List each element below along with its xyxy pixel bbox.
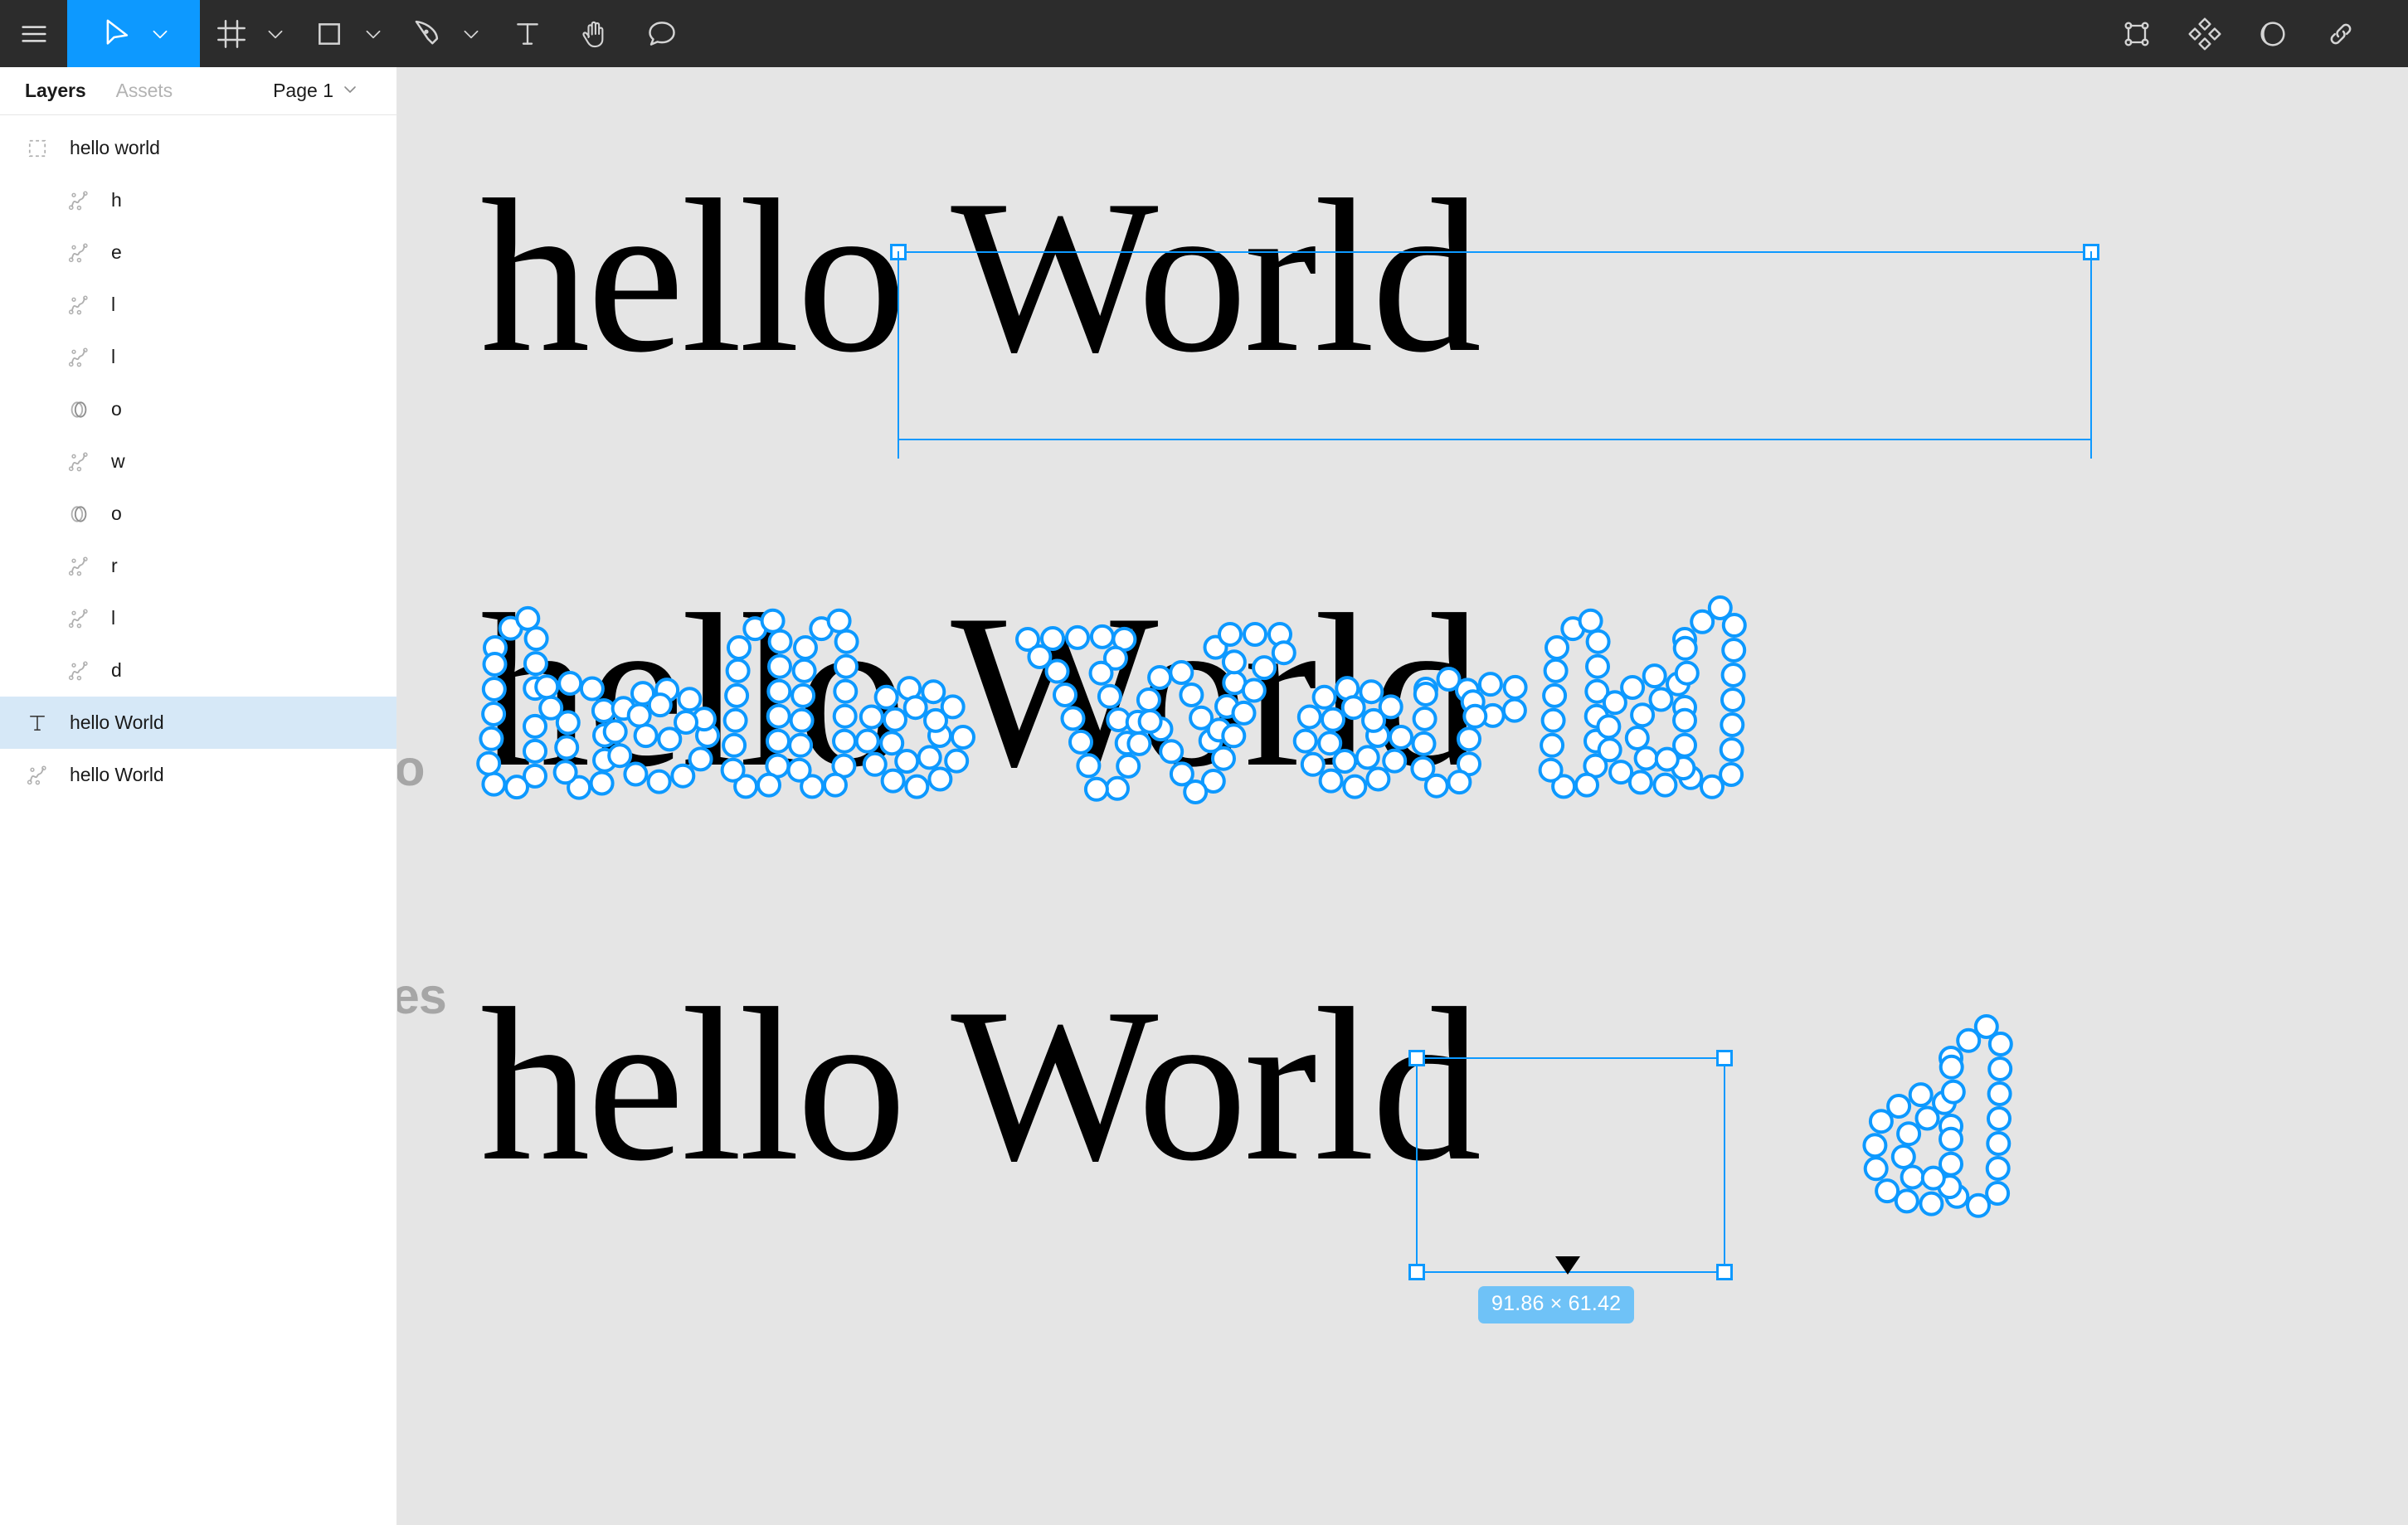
half-circle-icon [2260, 21, 2285, 46]
chevron-down-icon [340, 79, 360, 104]
layer-label: h [111, 189, 122, 211]
layer-row[interactable]: l [0, 331, 396, 383]
vector-path-icon [23, 761, 51, 789]
chevron-down-icon [356, 23, 391, 45]
artwork-bottom-hello-world[interactable]: hello World [480, 975, 1481, 1195]
artwork-top-hello-world[interactable]: hello World [480, 167, 1481, 386]
mask-icon[interactable] [2239, 0, 2307, 67]
component-icon[interactable] [2103, 0, 2171, 67]
layer-row[interactable]: h [0, 174, 396, 226]
link-icon[interactable] [2307, 0, 2375, 67]
toolbar-right-group [2103, 0, 2408, 67]
layer-label: o [111, 503, 122, 524]
hand-tool[interactable] [561, 0, 628, 67]
layer-row[interactable]: e [0, 226, 396, 279]
layer-list: hello world h e l l o w o r l d hello World hello Wo… [0, 115, 396, 801]
layer-label: w [111, 450, 125, 472]
artwork-middle-hello-world[interactable]: hello World [480, 581, 1481, 801]
comment-bubble-icon [648, 21, 675, 46]
diamonds-icon [2188, 17, 2221, 51]
layer-row[interactable]: w [0, 435, 396, 488]
tab-assets[interactable]: Assets [116, 80, 173, 102]
square-icon [303, 17, 356, 51]
cursor-icon [90, 16, 143, 52]
layer-label: l [111, 607, 116, 629]
layer-label: o [111, 398, 122, 420]
layer-label: l [111, 294, 116, 315]
chevron-down-icon [143, 23, 178, 45]
shape-tool[interactable] [298, 0, 396, 67]
left-sidebar: Layers Assets Page 1 hello world h e l l o w o r… [0, 67, 397, 1525]
resize-handle-bottom-bl[interactable] [1408, 1264, 1425, 1280]
page-selector[interactable]: Page 1 [273, 79, 360, 104]
tab-layers[interactable]: Layers [25, 80, 86, 102]
layer-row[interactable]: d [0, 644, 396, 697]
layer-row[interactable]: hello World [0, 749, 396, 801]
layer-row[interactable]: r [0, 540, 396, 592]
chevron-down-icon [454, 23, 489, 45]
text-tool[interactable] [494, 0, 561, 67]
layer-label: hello world [70, 137, 160, 158]
layer-row[interactable]: l [0, 279, 396, 331]
page-selector-label: Page 1 [273, 80, 333, 101]
resize-handle-bottom-tr[interactable] [1716, 1050, 1733, 1066]
group-dashed-icon [23, 134, 51, 163]
layer-label: e [111, 241, 122, 263]
vector-path-icon [65, 343, 93, 372]
boolean-union-icon [65, 396, 93, 424]
layer-row[interactable]: hello World [0, 697, 396, 749]
vector-path-icon [65, 291, 93, 319]
layer-label: hello World [70, 764, 164, 785]
text-layer-icon [23, 709, 51, 737]
resize-handle-bottom-br[interactable] [1716, 1264, 1733, 1280]
sidebar-tab-bar: Layers Assets Page 1 [0, 67, 396, 115]
component-frame-icon [2124, 22, 2149, 46]
toolbar-left-group [0, 0, 695, 67]
row-label-yes: yes [397, 968, 447, 1024]
frame-icon [205, 17, 258, 51]
boolean-union-icon [65, 500, 93, 528]
layer-row[interactable]: o [0, 488, 396, 540]
selection-guide-left [898, 251, 899, 459]
pen-icon [401, 17, 454, 51]
vector-path-icon [65, 239, 93, 267]
mouse-cursor-icon [1555, 1256, 1580, 1275]
layer-label: d [111, 659, 122, 681]
top-toolbar [0, 0, 2408, 67]
row-label-no: no [397, 740, 426, 796]
hamburger-icon [21, 25, 46, 42]
comment-tool[interactable] [628, 0, 695, 67]
pen-tool[interactable] [396, 0, 494, 67]
menu-icon[interactable] [0, 0, 67, 67]
hand-icon [581, 21, 603, 47]
vector-path-icon [65, 657, 93, 685]
frame-tool[interactable] [200, 0, 298, 67]
vector-path-icon [65, 187, 93, 215]
layer-row[interactable]: hello world [0, 122, 396, 174]
vector-path-icon [65, 448, 93, 476]
vector-path-icon [65, 552, 93, 580]
design-canvas[interactable]: hello World no hello World yes hello Wor… [397, 67, 2408, 1525]
vector-path-icon [65, 605, 93, 633]
text-t-icon [516, 22, 538, 45]
layer-row[interactable]: l [0, 592, 396, 644]
selection-guide-right [2090, 251, 2092, 459]
move-tool[interactable] [67, 0, 200, 67]
layer-row[interactable]: o [0, 383, 396, 435]
layer-label: r [111, 555, 118, 576]
components-grid-icon[interactable] [2171, 0, 2239, 67]
layer-label: l [111, 346, 116, 367]
chevron-down-icon [258, 23, 293, 45]
chain-link-icon [2330, 23, 2352, 44]
dimension-badge: 91.86 × 61.42 [1478, 1286, 1635, 1323]
layer-label: hello World [70, 712, 164, 733]
